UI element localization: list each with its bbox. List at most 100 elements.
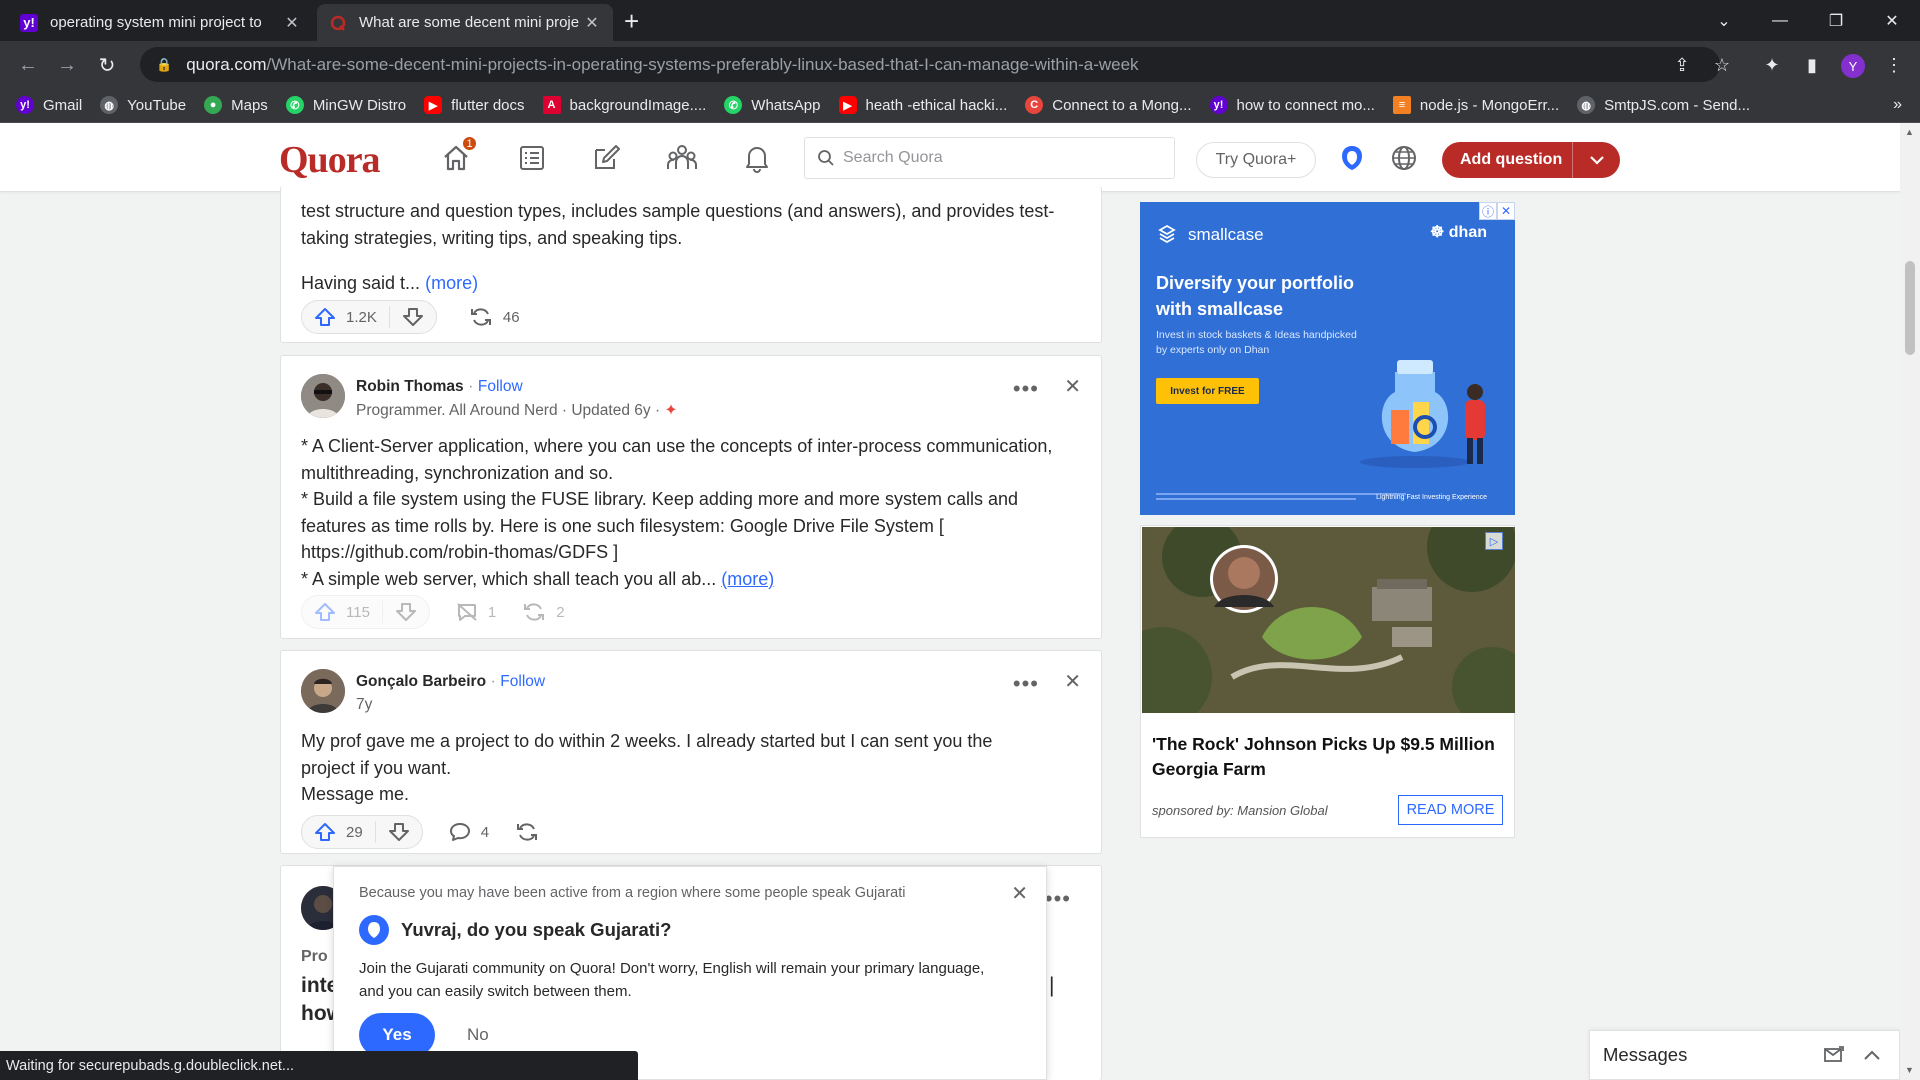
search-input[interactable] xyxy=(843,149,1163,167)
upvote-button[interactable]: 1.2K xyxy=(302,306,390,328)
info-icon[interactable]: ⓘ xyxy=(1479,202,1497,220)
ad-subtext: Invest in stock baskets & Ideas handpick… xyxy=(1156,329,1357,356)
chevron-down-icon[interactable] xyxy=(1573,155,1620,165)
bookmark-smtpjs[interactable]: ◍ SmtpJS.com - Send... xyxy=(1577,96,1750,114)
messages-dock[interactable]: Messages xyxy=(1589,1030,1900,1080)
bookmark-connect-mongo[interactable]: C Connect to a Mong... xyxy=(1025,96,1192,114)
close-icon[interactable]: ✕ xyxy=(1064,374,1081,399)
share-button[interactable] xyxy=(515,821,549,843)
scroll-up-arrow-icon[interactable]: ▲ xyxy=(1905,127,1914,137)
add-question-button[interactable]: Add question xyxy=(1442,142,1620,178)
close-tab-icon[interactable]: ✕ xyxy=(283,13,301,33)
bookmark-whatsapp[interactable]: ✆ WhatsApp xyxy=(724,96,821,114)
address-bar[interactable]: 🔒 quora.com/What-are-some-decent-mini-pr… xyxy=(140,47,1720,82)
read-more-button[interactable]: READ MORE xyxy=(1398,795,1503,825)
browser-tab-quora[interactable]: What are some decent mini proje ✕ xyxy=(317,4,613,41)
avatar[interactable] xyxy=(301,374,345,418)
close-icon[interactable]: ✕ xyxy=(1064,669,1081,694)
chevron-up-icon[interactable] xyxy=(1863,1049,1881,1061)
ad-sponsor: sponsored by: Mansion Global xyxy=(1152,803,1328,818)
more-link[interactable]: (more) xyxy=(425,273,478,293)
answer-nav-button[interactable] xyxy=(588,140,624,176)
downvote-button[interactable] xyxy=(376,822,422,842)
minimize-button[interactable]: — xyxy=(1752,0,1808,41)
share-button[interactable]: 46 xyxy=(469,306,520,328)
upvote-button[interactable]: 29 xyxy=(302,821,376,843)
downvote-button[interactable] xyxy=(383,602,429,622)
bookmark-backgroundimage[interactable]: AbackgroundImage.... xyxy=(542,96,706,114)
ad-illustration xyxy=(1360,360,1485,468)
more-options-icon[interactable]: ••• xyxy=(1013,671,1039,697)
ad-choices-icon[interactable]: ▷ xyxy=(1485,532,1503,550)
home-nav-button[interactable]: 1 xyxy=(438,135,478,176)
comment-disabled-icon xyxy=(457,603,477,621)
languages-button[interactable] xyxy=(1334,140,1370,176)
avatar[interactable] xyxy=(301,669,345,713)
side-panel-icon[interactable]: ▮ xyxy=(1800,53,1824,77)
upvote-arrow-icon xyxy=(315,823,335,841)
bookmark-heath[interactable]: ▶ heath -ethical hacki... xyxy=(838,96,1007,114)
maps-pin-icon: ● xyxy=(204,96,223,114)
back-button[interactable]: ← xyxy=(14,51,42,79)
quora-logo[interactable]: Quora xyxy=(279,138,381,182)
downvote-arrow-icon xyxy=(402,308,423,326)
follow-button[interactable]: Follow xyxy=(500,673,545,690)
compose-message-icon[interactable] xyxy=(1823,1045,1845,1065)
share-icon[interactable]: ⇪ xyxy=(1670,53,1694,77)
url-path: /What-are-some-decent-mini-projects-in-o… xyxy=(266,54,1139,74)
smallcase-ad[interactable]: ⓘ ✕ smallcase ☸ dhan Diversify your portf… xyxy=(1140,202,1515,515)
bookmark-maps[interactable]: ● Maps xyxy=(204,96,268,114)
no-button[interactable]: No xyxy=(467,1025,489,1045)
share-button[interactable]: 2 xyxy=(522,601,565,623)
following-nav-button[interactable] xyxy=(514,140,550,176)
comment-button[interactable]: 1 xyxy=(456,602,496,622)
bookmark-node-mongo[interactable]: ≡ node.js - MongoErr... xyxy=(1392,96,1559,114)
restore-button[interactable]: ❐ xyxy=(1808,0,1864,41)
whatsapp-icon: ✆ xyxy=(724,96,743,114)
ad-cta-button[interactable]: Invest for FREE xyxy=(1156,378,1259,404)
whatsapp-icon: ✆ xyxy=(285,96,304,114)
dhan-logo-icon: ☸ xyxy=(1429,224,1445,241)
menu-kebab-icon[interactable]: ⋮ xyxy=(1882,53,1906,77)
more-link[interactable]: (more) xyxy=(721,569,774,589)
ad-choices[interactable]: ⓘ ✕ xyxy=(1479,202,1515,220)
bookmark-flutter-docs[interactable]: ▶ flutter docs xyxy=(424,96,525,114)
close-icon[interactable]: ✕ xyxy=(1011,881,1028,906)
mansion-global-ad[interactable]: ▷ 'The Rock' Johnson Picks Up $9.5 Milli… xyxy=(1140,525,1515,838)
scroll-down-arrow-icon[interactable]: ▼ xyxy=(1905,1065,1914,1075)
extensions-icon[interactable]: ✦ xyxy=(1760,53,1784,77)
tab-search-icon[interactable]: ⌄ xyxy=(1696,0,1752,41)
reload-button[interactable]: ↻ xyxy=(93,51,121,79)
ad-headline[interactable]: 'The Rock' Johnson Picks Up $9.5 Million… xyxy=(1152,732,1502,782)
comment-button[interactable]: 4 xyxy=(449,822,489,842)
bookmarks-overflow-icon[interactable]: » xyxy=(1893,96,1902,114)
close-icon[interactable]: ✕ xyxy=(1497,202,1515,220)
scrollbar-thumb[interactable] xyxy=(1905,261,1915,355)
bookmark-youtube[interactable]: ◍ YouTube xyxy=(100,96,186,114)
more-options-icon[interactable]: ••• xyxy=(1013,376,1039,402)
follow-button[interactable]: Follow xyxy=(478,378,523,395)
spaces-nav-button[interactable] xyxy=(664,140,700,176)
upvote-button[interactable]: 115 xyxy=(302,601,383,623)
page-scrollbar[interactable]: ▲ ▼ xyxy=(1900,123,1920,1080)
forward-button[interactable]: → xyxy=(53,51,81,79)
downvote-button[interactable] xyxy=(390,307,436,327)
bookmark-mingw[interactable]: ✆ MinGW Distro xyxy=(285,96,406,114)
stackoverflow-icon: ≡ xyxy=(1392,96,1411,114)
profile-avatar[interactable]: Y xyxy=(1841,54,1865,78)
close-window-button[interactable]: ✕ xyxy=(1864,0,1920,41)
more-options-icon[interactable]: ••• xyxy=(1045,886,1071,912)
new-tab-button[interactable]: + xyxy=(624,8,639,34)
ad-image xyxy=(1142,527,1515,713)
search-box[interactable] xyxy=(804,137,1175,179)
notifications-nav-button[interactable] xyxy=(739,140,775,176)
globe-language-button[interactable] xyxy=(1386,140,1422,176)
browser-tab-yahoo[interactable]: y! operating system mini project to ✕ xyxy=(8,4,313,41)
author-name[interactable]: Gonçalo Barbeiro xyxy=(356,673,486,690)
bookmark-how-to-connect[interactable]: y! how to connect mo... xyxy=(1209,96,1375,114)
close-tab-icon[interactable]: ✕ xyxy=(583,13,601,33)
try-quora-plus-button[interactable]: Try Quora+ xyxy=(1196,142,1316,178)
bookmark-gmail[interactable]: y! Gmail xyxy=(16,96,82,114)
bookmark-star-icon[interactable]: ☆ xyxy=(1710,53,1734,77)
author-name[interactable]: Robin Thomas xyxy=(356,378,464,395)
